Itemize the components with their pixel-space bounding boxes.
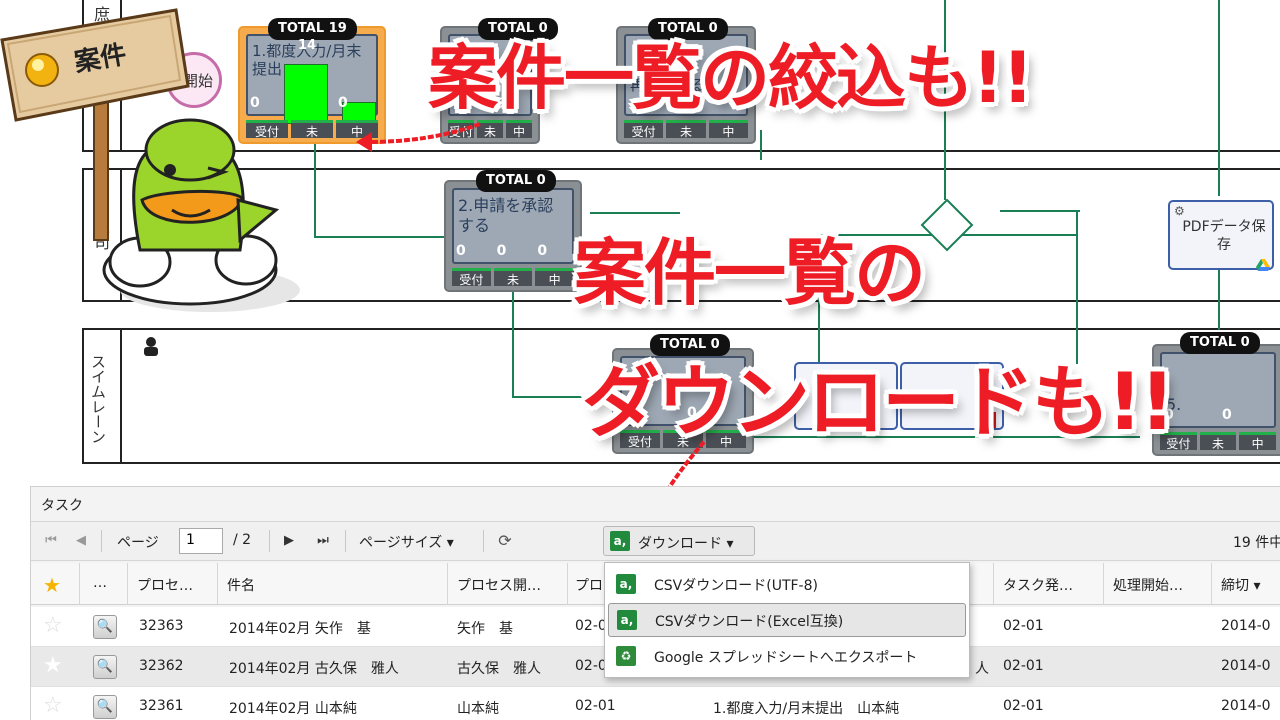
star-icon[interactable]: ☆ <box>43 693 63 718</box>
flow-line <box>1218 0 1220 196</box>
task-node-title: 2.申請を承認する <box>458 196 554 235</box>
column-header[interactable]: プロ <box>575 575 603 595</box>
page-total: / 2 <box>233 532 252 548</box>
column-header[interactable]: タスク発… <box>1003 575 1073 595</box>
column-header[interactable]: 処理開始… <box>1113 575 1183 595</box>
swimlane-header: スイムレーン <box>84 330 122 462</box>
menu-item-csv-utf8[interactable]: a, CSVダウンロード(UTF-8) <box>608 567 966 601</box>
flow-line <box>512 290 514 398</box>
search-icon[interactable]: 🔍 <box>93 655 117 679</box>
column-header[interactable]: プロセ… <box>137 575 193 595</box>
panel-title: タスク <box>41 498 83 514</box>
pending-button[interactable]: 未 <box>1199 432 1237 451</box>
headline-filter: 案件一覧の絞込も!! <box>428 37 1034 119</box>
google-sheets-icon: ♻ <box>616 646 636 666</box>
pdf-save-label: PDFデータ保存 <box>1182 219 1266 253</box>
arrow-to-node <box>350 112 490 162</box>
search-icon[interactable]: 🔍 <box>93 695 117 719</box>
headline-list: 案件一覧の <box>574 231 926 315</box>
toolbar-separator <box>269 530 270 552</box>
gear-icon: ⚙ <box>1174 204 1185 218</box>
column-header[interactable]: プロセス開… <box>457 575 541 595</box>
swimlane-label: スイムレーン <box>89 354 107 444</box>
task-node-counts: 0 0 <box>1164 407 1232 423</box>
user-icon <box>142 336 160 356</box>
menu-item-google-sheets[interactable]: ♻ Google スプレッドシートへエクスポート <box>608 639 966 673</box>
last-page-icon[interactable]: ⏭ <box>315 533 331 549</box>
mascot-illustration: 案件 <box>0 0 300 320</box>
google-drive-icon <box>1256 256 1270 271</box>
menu-item-csv-excel[interactable]: a, CSVダウンロード(Excel互換) <box>608 603 966 637</box>
download-label: ダウンロード ▾ <box>638 536 734 552</box>
next-page-icon[interactable]: ▶ <box>281 533 297 549</box>
task-node-buttons: 受付 未 中 <box>1160 432 1277 451</box>
star-icon[interactable]: ☆ <box>43 613 63 638</box>
prev-page-icon[interactable]: ◀ <box>73 533 89 549</box>
flow-line <box>1218 270 1220 330</box>
pdf-save-node[interactable]: ⚙ PDFデータ保存 <box>1168 200 1274 271</box>
flow-line <box>314 236 444 238</box>
page-size-dropdown[interactable]: ページサイズ ▾ <box>359 532 454 552</box>
item-count: 19 件中 <box>1233 535 1280 551</box>
star-icon[interactable]: ★ <box>43 653 63 678</box>
pager-toolbar: ⏮ ◀ ページ 1 / 2 ▶ ⏭ ページサイズ ▾ ⟳ a, ダウンロード ▾… <box>31 521 1280 561</box>
flow-line <box>1076 210 1078 240</box>
flow-line <box>760 130 762 160</box>
table-row[interactable]: ☆ 🔍 32361 2014年02月 山本純 山本純 02-01 1.都度入力/… <box>31 687 1280 720</box>
download-menu: a, CSVダウンロード(UTF-8) a, CSVダウンロード(Excel互換… <box>604 562 970 678</box>
column-header[interactable]: 件名 <box>227 575 255 595</box>
toolbar-separator <box>345 530 346 552</box>
in-progress-button[interactable]: 中 <box>535 268 575 287</box>
total-badge: TOTAL 0 <box>1180 332 1260 354</box>
workflow-screen: 庶 上司 スイムレーン 開始 1.都度入力/月末提出 <box>0 0 1280 720</box>
search-icon[interactable]: 🔍 <box>93 615 117 639</box>
total-badge: TOTAL 0 <box>476 170 556 192</box>
page-input[interactable]: 1 <box>179 528 223 554</box>
task-node-counts: 0 0 0 <box>456 243 548 259</box>
in-progress-button[interactable]: 中 <box>1239 432 1277 451</box>
download-button[interactable]: a, ダウンロード ▾ <box>603 526 755 556</box>
spreadsheet-icon: a, <box>610 531 630 551</box>
refresh-icon[interactable]: ⟳ <box>497 533 513 549</box>
flow-line <box>314 140 316 238</box>
pending-button[interactable]: 未 <box>493 268 533 287</box>
column-header-deadline[interactable]: 締切 ▾ <box>1221 575 1260 595</box>
column-menu[interactable]: … <box>93 575 107 591</box>
spreadsheet-icon: a, <box>616 574 636 594</box>
toolbar-separator <box>483 530 484 552</box>
toolbar-separator <box>101 530 102 552</box>
page-label: ページ <box>117 535 159 551</box>
task-node-approve[interactable]: 2.申請を承認する 0 0 0 受付 未 中 <box>444 180 582 292</box>
first-page-icon[interactable]: ⏮ <box>43 533 59 549</box>
flow-line <box>1000 210 1080 212</box>
accepted-button[interactable]: 受付 <box>452 268 491 287</box>
star-icon[interactable]: ★ <box>43 573 61 597</box>
task-node-buttons: 受付 未 中 <box>452 268 575 287</box>
count-label: 14 <box>298 38 317 53</box>
spreadsheet-icon: a, <box>617 610 637 630</box>
gateway-diamond[interactable] <box>920 198 974 252</box>
